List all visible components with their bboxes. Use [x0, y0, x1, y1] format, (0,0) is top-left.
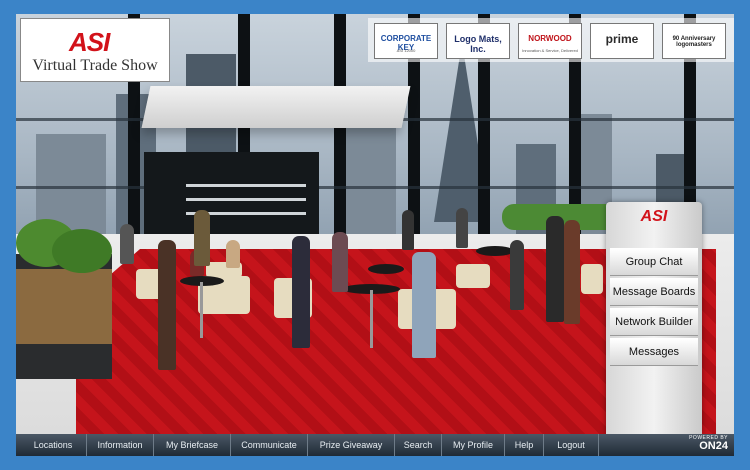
- on24-logo: POWERED BY ON24: [672, 435, 728, 455]
- sponsor-sub: ASI 12000: [396, 48, 416, 53]
- table-stem: [370, 290, 373, 348]
- plant: [52, 229, 112, 273]
- group-chat-button[interactable]: Group Chat: [610, 248, 698, 276]
- bottom-navigation: Locations Information My Briefcase Commu…: [16, 434, 734, 456]
- attendee: [402, 210, 414, 250]
- attendee: [564, 220, 580, 324]
- nav-information[interactable]: Information: [87, 434, 154, 456]
- show-title: Virtual Trade Show: [32, 57, 158, 74]
- nav-my-briefcase[interactable]: My Briefcase: [154, 434, 231, 456]
- sponsor-sub: Innovation & Service, Delivered: [522, 48, 578, 53]
- attendee: [292, 236, 310, 348]
- sponsor-name: NORWOOD: [528, 34, 572, 43]
- attendee: [158, 240, 176, 370]
- sponsor-name: prime: [605, 32, 639, 46]
- nav-locations[interactable]: Locations: [20, 434, 87, 456]
- sponsor-logomasters[interactable]: 90 Anniversary logomasters: [662, 23, 726, 59]
- nav-prize-giveaway[interactable]: Prize Giveaway: [308, 434, 395, 456]
- message-boards-button[interactable]: Message Boards: [610, 278, 698, 306]
- table-stem: [200, 282, 203, 338]
- bar-shelf: [186, 198, 306, 201]
- window-mullion: [334, 14, 346, 264]
- window-background: ASI Virtual Trade Show CORPORATE KEY ASI…: [0, 0, 750, 470]
- cafe-table: [368, 264, 404, 274]
- asi-logo-mark: ASI: [69, 27, 110, 57]
- asi-kiosk-menu: ASI Group Chat Message Boards Network Bu…: [606, 202, 702, 434]
- on24-brand: ON24: [699, 440, 728, 452]
- window-rail: [16, 186, 734, 189]
- sponsor-prime[interactable]: prime: [590, 23, 654, 59]
- lounge-scene: ASI Virtual Trade Show CORPORATE KEY ASI…: [16, 14, 734, 434]
- attendee: [412, 252, 436, 358]
- kiosk-asi-mark: ASI: [640, 208, 668, 225]
- network-builder-button[interactable]: Network Builder: [610, 308, 698, 336]
- nav-search[interactable]: Search: [395, 434, 442, 456]
- bar-shelf: [186, 184, 306, 187]
- attendee: [120, 224, 134, 264]
- attendee: [456, 208, 468, 248]
- planter-wood-panel: [16, 269, 112, 344]
- attendee: [510, 240, 524, 310]
- lounge-chair: [456, 264, 490, 288]
- sponsor-corporate-key[interactable]: CORPORATE KEY ASI 12000: [374, 23, 438, 59]
- sponsor-name: Logo Mats, Inc.: [454, 34, 502, 54]
- sponsor-norwood[interactable]: NORWOOD Innovation & Service, Delivered: [518, 23, 582, 59]
- ceiling-fixture: [141, 86, 411, 128]
- nav-help[interactable]: Help: [505, 434, 544, 456]
- nav-logout[interactable]: Logout: [544, 434, 599, 456]
- attendee: [194, 210, 210, 266]
- attendee: [546, 216, 564, 322]
- sponsor-name: 90 Anniversary logomasters: [672, 36, 716, 48]
- asi-virtual-trade-show-logo[interactable]: ASI Virtual Trade Show: [20, 18, 170, 82]
- attendee: [226, 240, 240, 268]
- attendee: [332, 232, 348, 292]
- lounge-chair: [581, 264, 603, 294]
- sponsor-banner: CORPORATE KEY ASI 12000 Logo Mats, Inc. …: [368, 18, 734, 62]
- sponsor-logo-mats[interactable]: Logo Mats, Inc.: [446, 23, 510, 59]
- messages-button[interactable]: Messages: [610, 338, 698, 366]
- nav-communicate[interactable]: Communicate: [231, 434, 308, 456]
- cafe-table: [476, 246, 514, 256]
- nav-my-profile[interactable]: My Profile: [442, 434, 505, 456]
